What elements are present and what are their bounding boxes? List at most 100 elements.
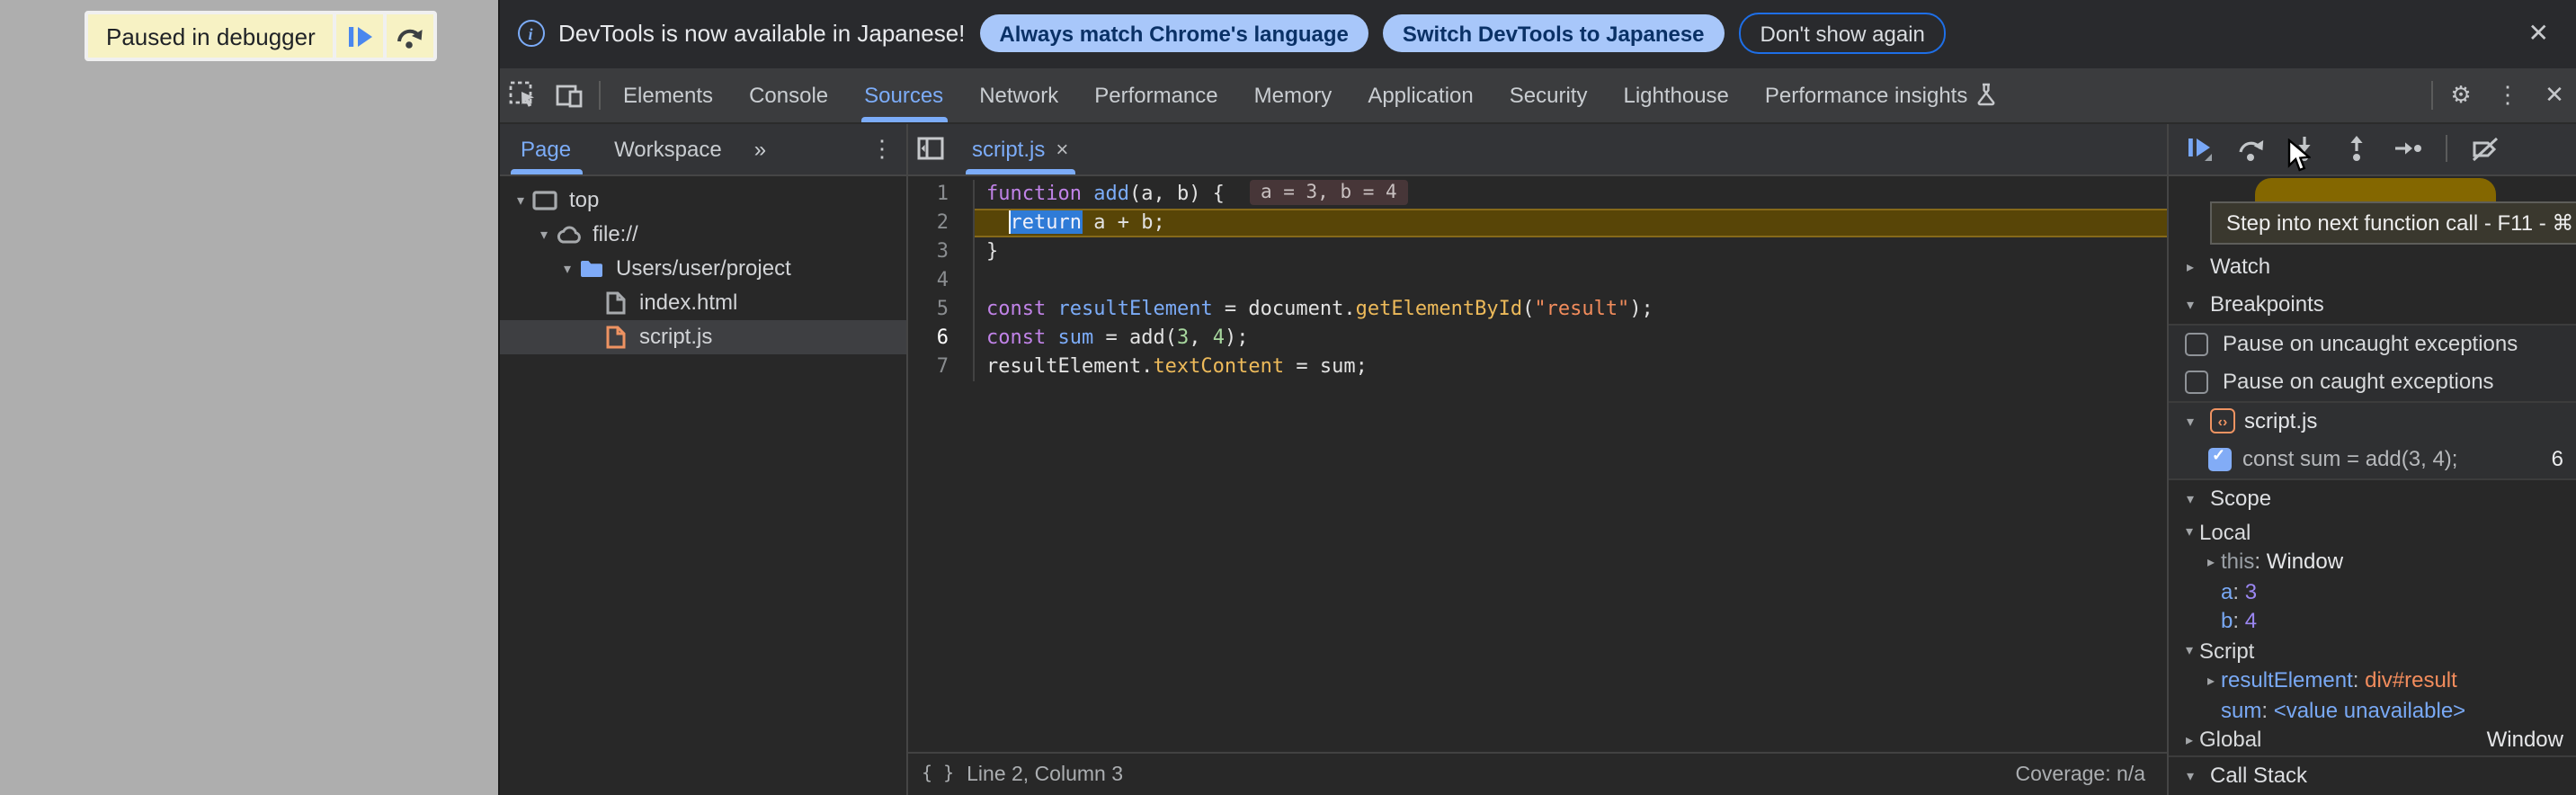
- pretty-print-button[interactable]: { }: [922, 764, 954, 784]
- tab-label: Performance: [1094, 82, 1217, 107]
- gutter-line-6-breakpoint[interactable]: 6: [907, 323, 974, 352]
- notification-bar: i DevTools is now available in Japanese!…: [499, 0, 2576, 67]
- code-line-2-paused: 2 return a + b;: [907, 208, 2167, 237]
- tree-item-file-protocol[interactable]: ▾ file://: [499, 217, 905, 251]
- resume-script-button[interactable]: [334, 14, 384, 58]
- pause-caught-exceptions-row[interactable]: Pause on caught exceptions: [2169, 362, 2576, 400]
- section-scope[interactable]: ▾ Scope: [2169, 479, 2576, 517]
- scope-var-sum[interactable]: sum: <value unavailable>: [2169, 695, 2576, 725]
- code-content: }: [974, 237, 2167, 265]
- resume-icon: [2185, 135, 2214, 162]
- notification-close-icon[interactable]: ✕: [2528, 19, 2549, 49]
- tree-item-index-html[interactable]: index.html: [499, 285, 905, 319]
- devtools-window: i DevTools is now available in Japanese!…: [497, 0, 2576, 795]
- resume-button[interactable]: [2185, 134, 2214, 163]
- chevron-down-icon[interactable]: ▾: [533, 226, 555, 242]
- checkbox-unchecked[interactable]: [2185, 370, 2208, 393]
- tree-item-top[interactable]: ▾ top: [499, 183, 905, 217]
- tab-security[interactable]: Security: [1492, 67, 1606, 121]
- dont-show-again-button[interactable]: Don't show again: [1739, 13, 1947, 55]
- section-call-stack[interactable]: ▾ Call Stack: [2169, 756, 2576, 794]
- gutter-line-5[interactable]: 5: [907, 294, 974, 323]
- gutter-line-3[interactable]: 3: [907, 237, 974, 265]
- tab-label: Memory: [1254, 82, 1333, 107]
- checkbox-unchecked[interactable]: [2185, 332, 2208, 355]
- tab-application[interactable]: Application: [1350, 67, 1491, 121]
- step-button[interactable]: [2393, 134, 2422, 163]
- toolbar-separator: [598, 80, 600, 109]
- pause-uncaught-exceptions-row[interactable]: Pause on uncaught exceptions: [2169, 325, 2576, 362]
- inspect-element-button[interactable]: [499, 67, 546, 121]
- editor-tab-script-js[interactable]: script.js ×: [954, 123, 1086, 174]
- js-file-icon: [602, 325, 628, 348]
- code-editor[interactable]: 1 function add(a, b) {a = 3, b = 4 2 ret…: [907, 175, 2167, 752]
- navigator-tab-label: Page: [521, 136, 571, 161]
- breakpoint-file-row[interactable]: ▾ ‹› script.js: [2169, 402, 2576, 440]
- deactivate-breakpoints-button[interactable]: [2471, 134, 2500, 163]
- scope-var-a[interactable]: a: 3: [2169, 576, 2576, 606]
- close-devtools-button[interactable]: ✕: [2531, 67, 2576, 121]
- tab-console[interactable]: Console: [731, 67, 846, 121]
- debugger-sidebar: Step into next function call - F11 - ⌘ ;…: [2167, 123, 2576, 795]
- sources-panel: Page Workspace » ⋮ ▾ top ▾: [499, 123, 2576, 795]
- chevron-down-icon[interactable]: ▾: [510, 192, 531, 208]
- switch-to-japanese-button[interactable]: Switch DevTools to Japanese: [1383, 15, 1725, 53]
- hide-navigator-button[interactable]: [907, 123, 954, 174]
- section-breakpoints[interactable]: ▾ Breakpoints: [2169, 285, 2576, 323]
- var-name: this: [2221, 549, 2254, 575]
- tree-item-project-folder[interactable]: ▾ Users/user/project: [499, 251, 905, 285]
- step-over-button[interactable]: [2237, 134, 2266, 163]
- navigator-menu-button[interactable]: ⋮: [859, 123, 905, 174]
- devtools-menu-button[interactable]: ⋮: [2484, 67, 2531, 121]
- scope-group-title: Local: [2199, 520, 2251, 545]
- scope-group-local[interactable]: ▾ Local: [2169, 517, 2576, 547]
- panel-left-icon: [917, 137, 944, 160]
- gear-icon: ⚙: [2450, 83, 2471, 106]
- tab-lighthouse[interactable]: Lighthouse: [1605, 67, 1746, 121]
- settings-button[interactable]: ⚙: [2438, 67, 2484, 121]
- navigator-pane: Page Workspace » ⋮ ▾ top ▾: [499, 123, 907, 795]
- navigator-tab-workspace[interactable]: Workspace: [593, 123, 744, 174]
- gutter-line-4[interactable]: 4: [907, 265, 974, 294]
- chevron-down-icon[interactable]: ▾: [557, 260, 578, 276]
- tab-label: Security: [1510, 82, 1588, 107]
- var-value: Window: [2267, 549, 2343, 575]
- page-background: Paused in debugger: [0, 0, 497, 795]
- step-over-button[interactable]: [384, 14, 434, 58]
- section-watch[interactable]: ▸ Watch: [2169, 247, 2576, 285]
- scope-group-script[interactable]: ▾ Script: [2169, 636, 2576, 665]
- scope-var-resultElement[interactable]: ▸ resultElement: div#result: [2169, 665, 2576, 695]
- cursor-location: Line 2, Column 3: [967, 764, 1123, 785]
- tab-sources[interactable]: Sources: [846, 67, 961, 121]
- gutter-line-1[interactable]: 1: [907, 179, 974, 208]
- always-match-language-button[interactable]: Always match Chrome's language: [979, 15, 1368, 53]
- gutter-line-7[interactable]: 7: [907, 352, 974, 380]
- var-value: <value unavailable>: [2274, 698, 2466, 723]
- cloud-icon: [555, 222, 582, 246]
- more-tabs-button[interactable]: »: [744, 136, 777, 161]
- gutter-line-2[interactable]: 2: [907, 208, 974, 237]
- scope-var-b[interactable]: b: 4: [2169, 606, 2576, 636]
- execution-line: return a + b;: [974, 208, 2167, 237]
- checkbox-checked[interactable]: [2208, 447, 2232, 470]
- toggle-device-toolbar-button[interactable]: [546, 67, 593, 121]
- navigator-tab-page[interactable]: Page: [499, 123, 593, 174]
- tab-elements[interactable]: Elements: [605, 67, 731, 121]
- breakpoint-entry-row[interactable]: const sum = add(3, 4); 6: [2169, 440, 2576, 478]
- mouse-cursor: [2287, 138, 2311, 181]
- tabbar-right-controls: ⚙ ⋮ ✕: [2425, 67, 2576, 121]
- code-content: const sum = add(3, 4);: [974, 323, 2167, 352]
- tab-memory[interactable]: Memory: [1236, 67, 1350, 121]
- tree-item-script-js[interactable]: script.js: [499, 319, 905, 353]
- tab-network[interactable]: Network: [961, 67, 1076, 121]
- tree-item-label: script.js: [639, 324, 712, 349]
- step-out-button[interactable]: [2341, 134, 2370, 163]
- code-line-5: 5 const resultElement = document.getElem…: [907, 294, 2167, 323]
- info-icon: i: [517, 21, 544, 48]
- close-tab-icon[interactable]: ×: [1056, 136, 1068, 161]
- scope-group-global[interactable]: ▸ Global Window: [2169, 725, 2576, 755]
- tab-performance[interactable]: Performance: [1076, 67, 1235, 121]
- inline-eval-badge: a = 3, b = 4: [1250, 179, 1408, 204]
- scope-var-this[interactable]: ▸ this: Window: [2169, 547, 2576, 576]
- tab-performance-insights[interactable]: Performance insights: [1747, 67, 2014, 121]
